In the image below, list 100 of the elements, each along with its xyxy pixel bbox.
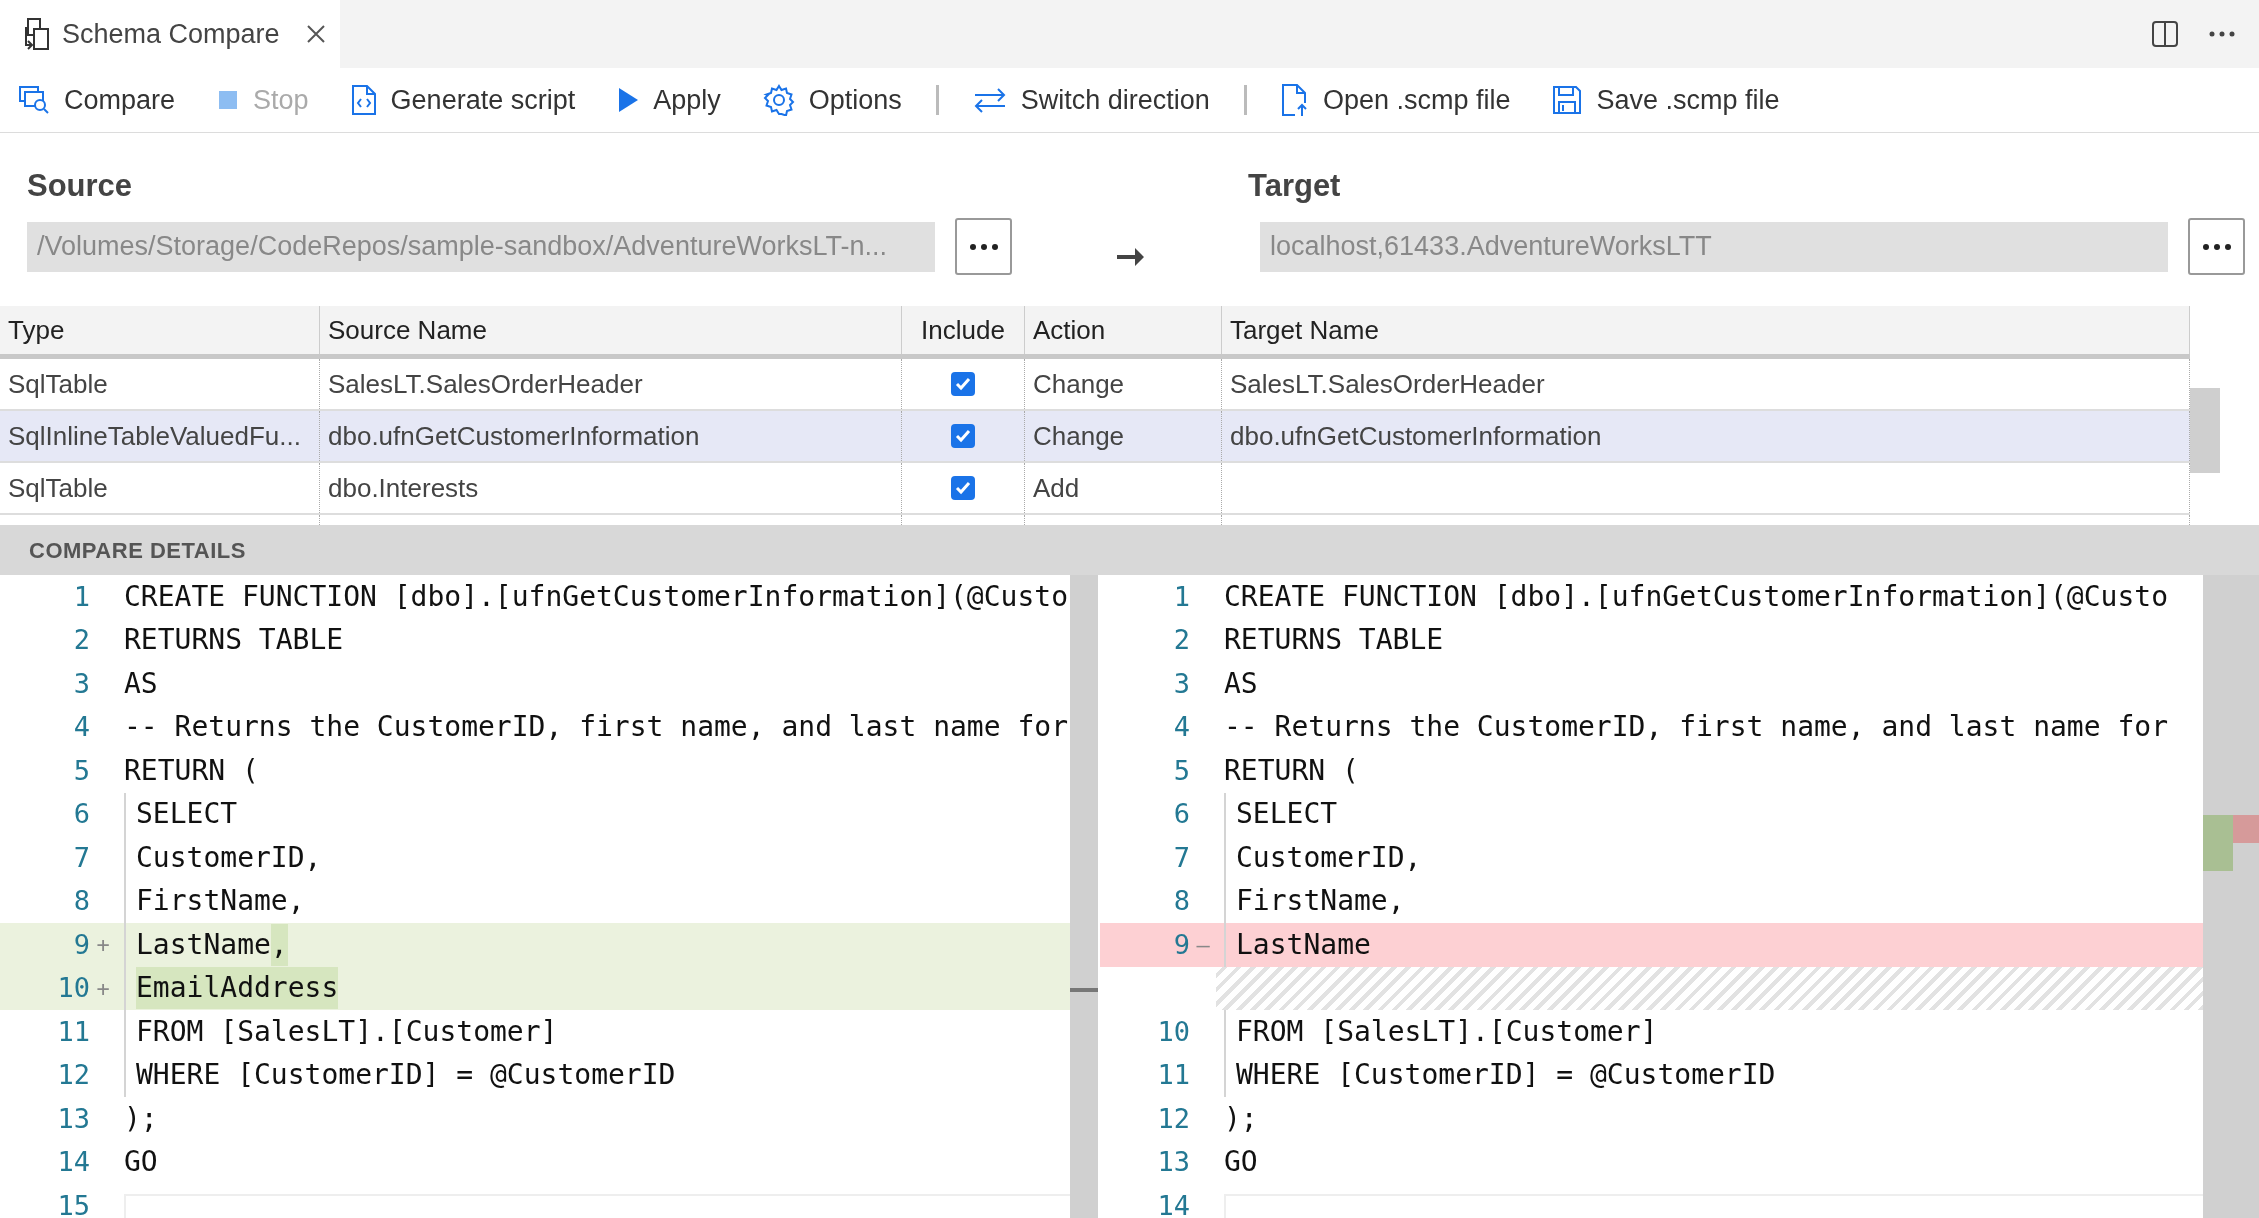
stop-icon (217, 89, 240, 111)
line-number: 13 (1157, 1145, 1190, 1179)
table-cell-text: SqlTable (8, 367, 108, 401)
code-line: SELECT (1236, 796, 1338, 833)
swap-arrows-icon (972, 87, 1007, 113)
scrollbar[interactable] (1070, 575, 1098, 1218)
code-line: AS (1224, 665, 1258, 702)
section-label: Source (27, 167, 134, 203)
line-number: 14 (57, 1145, 90, 1179)
table-cell-text: dbo.ufnGetCustomerInformation (328, 419, 700, 453)
close-icon[interactable] (306, 24, 326, 44)
browse-button[interactable] (955, 218, 1012, 275)
checkbox[interactable] (951, 476, 975, 500)
table-cell-text: SalesLT.SalesOrderHeader (1230, 367, 1545, 401)
code-line: FROM [SalesLT].[Customer] (136, 1013, 558, 1050)
code-line: AS (124, 665, 158, 702)
column-header[interactable]: Target Name (1222, 306, 2190, 354)
diff-marker: + (95, 974, 111, 1003)
table-row[interactable]: SqlInlineTableValuedFu... dbo.ufnGetCustomerInformation Change dbo.ufnGetCustomerInformation (0, 411, 2190, 463)
table-cell-text: SqlTable (8, 471, 108, 505)
toolbar-button[interactable]: Compare (18, 79, 176, 121)
line-number: 6 (73, 797, 90, 831)
play-icon (617, 87, 640, 113)
code-line: FirstName, (136, 883, 305, 920)
line-number: 2 (1173, 623, 1190, 657)
editor-tab[interactable]: Schema Compare (0, 0, 340, 68)
code-line: RETURN ( (124, 752, 259, 789)
toolbar-button[interactable]: Generate script (350, 79, 576, 121)
line-number: 10 (57, 971, 90, 1005)
more-icon[interactable] (2209, 31, 2235, 37)
compare-icon (18, 85, 50, 115)
line-number: 3 (1173, 666, 1190, 701)
line-number: 11 (57, 1014, 90, 1049)
code-line: CREATE FUNCTION [dbo].[ufnGetCustomerInformation](@Custo (124, 578, 1068, 615)
line-number: 6 (1173, 797, 1190, 831)
section-label: Target (1248, 167, 1342, 203)
toolbar-button[interactable]: Apply (617, 79, 721, 121)
column-header[interactable]: Action (1025, 306, 1222, 354)
code-line: GO (1224, 1144, 1258, 1181)
diff-marker: + (95, 931, 111, 960)
code-line: CustomerID, (136, 839, 322, 876)
code-line: ); (124, 1100, 158, 1137)
panel-title: COMPARE DETAILS (29, 536, 246, 565)
column-header[interactable]: Include (902, 306, 1025, 354)
line-number: 4 (1173, 710, 1190, 744)
checkbox[interactable] (951, 372, 975, 396)
checkbox[interactable] (951, 424, 975, 448)
table-cell-text: Change (1033, 419, 1125, 453)
more-icon (2202, 243, 2231, 250)
code-line: FROM [SalesLT].[Customer] (1236, 1013, 1658, 1050)
scrollbar-thumb[interactable] (2190, 388, 2220, 473)
toolbar-button[interactable]: Options (762, 79, 902, 121)
table-row[interactable]: SqlTable dbo.Interests Add (0, 463, 2190, 515)
save-icon (1552, 85, 1583, 115)
line-number: 13 (57, 1101, 90, 1136)
table-cell-text: dbo.ufnGetCustomerInformation (1230, 419, 1602, 453)
code-line: RETURNS TABLE (1224, 622, 1444, 659)
code-line: CREATE FUNCTION [dbo].[ufnGetCustomerInformation](@Custo (1224, 578, 2168, 615)
split-editor-icon[interactable] (2151, 20, 2179, 48)
table-cell-text: SalesLT.SalesOrderHeader (328, 367, 643, 401)
line-number: 7 (1173, 840, 1190, 875)
line-number: 11 (1157, 1058, 1190, 1092)
code-line: ); (1224, 1100, 1258, 1137)
check-icon (954, 375, 972, 393)
line-number: 4 (73, 710, 90, 744)
code-line: RETURN ( (1224, 752, 1359, 789)
code-line: WHERE [CustomerID] = @CustomerID (136, 1057, 676, 1094)
toolbar-button[interactable]: Open .scmp file (1280, 79, 1511, 121)
diff-marker: — (1195, 931, 1211, 960)
line-number: 12 (57, 1058, 90, 1092)
table-cell-text: Change (1033, 367, 1125, 401)
line-number: 7 (73, 840, 90, 875)
line-number: 1 (73, 579, 90, 614)
column-header[interactable]: Source Name (320, 306, 902, 354)
code-line: FirstName, (1236, 883, 1405, 920)
line-number: 9 (73, 927, 90, 962)
column-header[interactable]: Type (0, 306, 320, 354)
code-line: CustomerID, (1236, 839, 1422, 876)
code-line: -- Returns the CustomerID, first name, and last name for (1224, 709, 2168, 746)
line-number: 2 (73, 623, 90, 657)
line-number: 1 (1173, 579, 1190, 614)
line-number: 8 (1173, 884, 1190, 918)
toolbar-button[interactable]: Save .scmp file (1552, 79, 1780, 121)
code-line: RETURNS TABLE (124, 622, 344, 659)
table-row[interactable]: SqlTable SalesLT.SalesOrderHeader Change SalesLT.SalesOrderHeader (0, 359, 2190, 411)
line-number: 15 (57, 1188, 90, 1218)
line-number: 5 (1173, 753, 1190, 788)
code-line: GO (124, 1144, 158, 1181)
table-cell-text: Add (1033, 471, 1080, 505)
line-number: 8 (73, 884, 90, 918)
settings-icon (762, 84, 795, 116)
code-line: LastName, (136, 923, 288, 966)
check-icon (954, 427, 972, 445)
file-upload-icon (1280, 83, 1309, 117)
line-number: 9 (1173, 927, 1190, 962)
code-line: SELECT (136, 796, 238, 833)
line-number: 14 (1157, 1188, 1190, 1218)
browse-button[interactable] (2188, 218, 2245, 275)
toolbar-button[interactable]: Switch direction (972, 79, 1210, 121)
table-cell-text: SqlInlineTableValuedFu... (8, 419, 301, 453)
